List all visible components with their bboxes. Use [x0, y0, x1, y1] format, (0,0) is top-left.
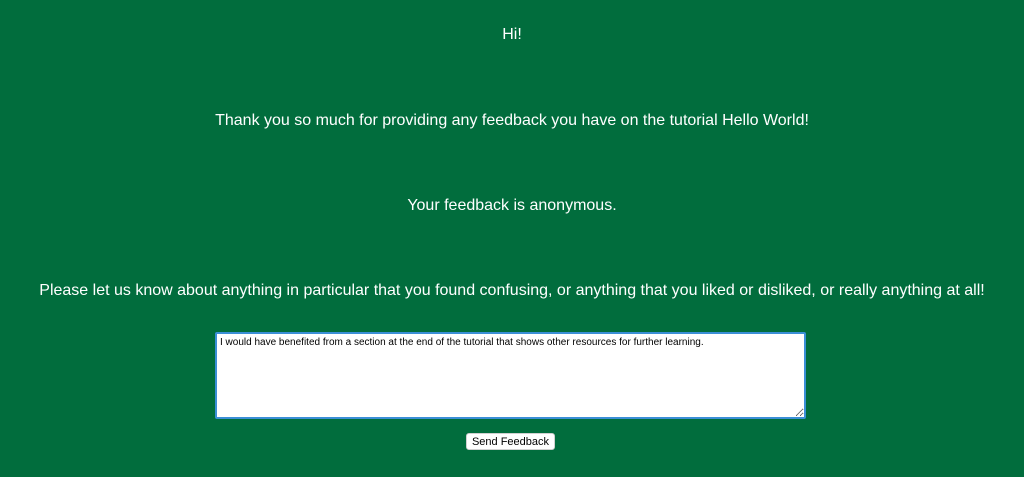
- feedback-textarea[interactable]: I would have benefited from a section at…: [215, 332, 806, 419]
- thanks-text: Thank you so much for providing any feed…: [215, 112, 809, 129]
- greeting-text: Hi!: [502, 26, 522, 43]
- send-feedback-button[interactable]: Send Feedback: [466, 433, 555, 450]
- feedback-prompt: Please let us know about anything in par…: [39, 282, 985, 299]
- anonymous-note: Your feedback is anonymous.: [407, 197, 617, 214]
